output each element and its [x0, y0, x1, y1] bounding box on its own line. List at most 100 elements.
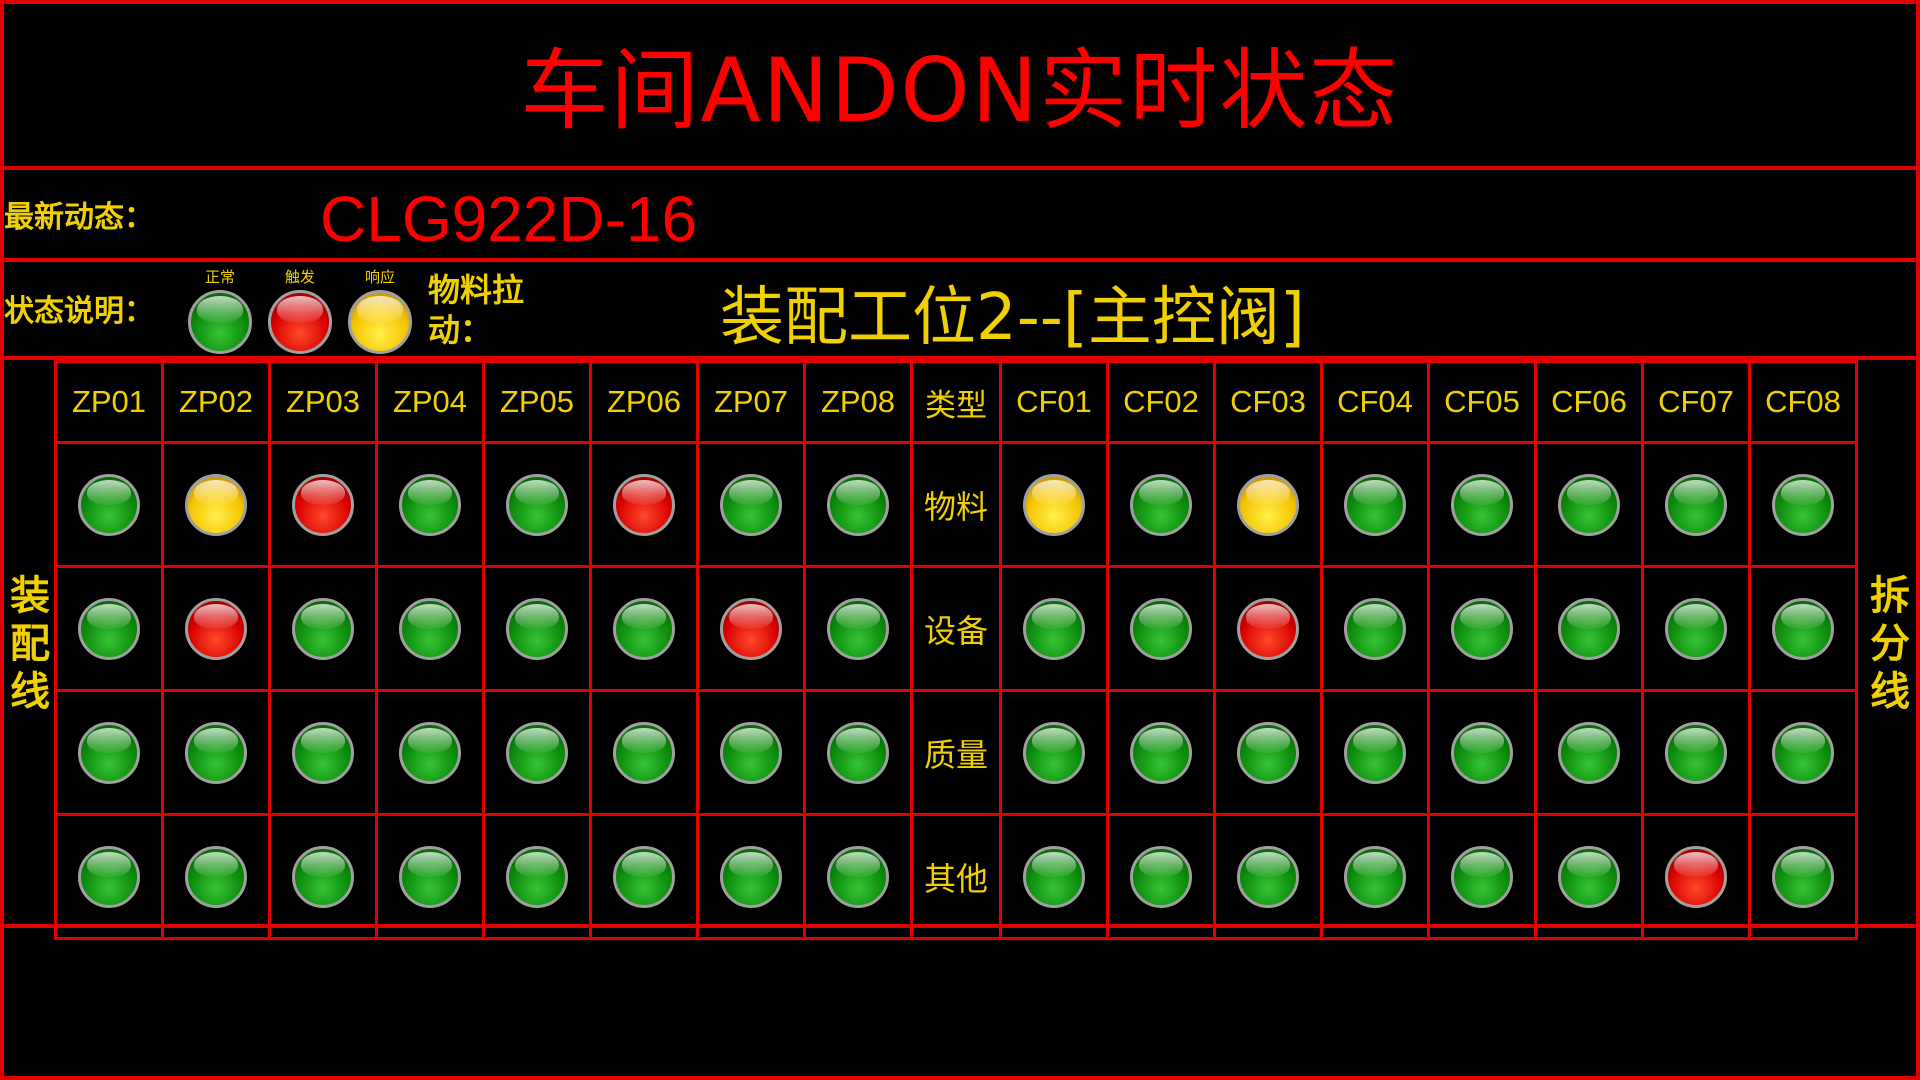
column-header-cf02: CF02 — [1106, 360, 1216, 444]
green-lamp-icon[interactable] — [1772, 845, 1834, 908]
green-lamp-icon[interactable] — [506, 721, 568, 784]
green-lamp-icon[interactable] — [292, 597, 354, 660]
green-lamp-icon[interactable] — [399, 721, 461, 784]
status-cell-zp07 — [696, 813, 806, 940]
green-lamp-icon[interactable] — [1451, 473, 1513, 536]
green-lamp-icon[interactable] — [78, 845, 140, 908]
red-lamp-icon[interactable] — [1665, 845, 1727, 908]
normal-lamp-icon — [188, 290, 252, 354]
green-lamp-icon[interactable] — [827, 721, 889, 784]
green-lamp-icon[interactable] — [506, 597, 568, 660]
green-lamp-icon[interactable] — [1558, 721, 1620, 784]
green-lamp-icon[interactable] — [1558, 473, 1620, 536]
status-cell-zp03 — [268, 689, 378, 816]
green-lamp-icon[interactable] — [1558, 597, 1620, 660]
green-lamp-icon[interactable] — [1130, 597, 1192, 660]
green-lamp-icon[interactable] — [506, 473, 568, 536]
green-lamp-icon[interactable] — [613, 845, 675, 908]
green-lamp-icon[interactable] — [185, 721, 247, 784]
green-lamp-icon[interactable] — [1451, 845, 1513, 908]
green-lamp-icon[interactable] — [78, 597, 140, 660]
yellow-lamp-icon[interactable] — [185, 473, 247, 536]
green-lamp-icon[interactable] — [1130, 473, 1192, 536]
red-lamp-icon[interactable] — [1237, 597, 1299, 660]
green-lamp-icon[interactable] — [1451, 597, 1513, 660]
green-lamp-icon[interactable] — [185, 845, 247, 908]
status-cell-zp04 — [375, 441, 485, 568]
green-lamp-icon[interactable] — [1772, 597, 1834, 660]
green-lamp-icon[interactable] — [399, 473, 461, 536]
status-cell-zp02 — [161, 689, 271, 816]
green-lamp-icon[interactable] — [1665, 597, 1727, 660]
status-cell-zp05 — [482, 813, 592, 940]
green-lamp-icon[interactable] — [506, 845, 568, 908]
status-cell-zp08 — [803, 813, 913, 940]
green-lamp-icon[interactable] — [613, 721, 675, 784]
status-cell-cf01 — [999, 689, 1109, 816]
red-lamp-icon[interactable] — [613, 473, 675, 536]
status-cell-cf04 — [1320, 565, 1430, 692]
green-lamp-icon[interactable] — [1451, 721, 1513, 784]
green-lamp-icon[interactable] — [1237, 845, 1299, 908]
assembly-line-label: 装配线 — [10, 573, 50, 715]
latest-status-label: 最新动态： — [4, 200, 154, 235]
green-lamp-icon[interactable] — [1130, 721, 1192, 784]
status-cell-cf05 — [1427, 813, 1537, 940]
status-cell-cf02 — [1106, 689, 1216, 816]
red-lamp-icon[interactable] — [720, 597, 782, 660]
status-cell-cf01 — [999, 441, 1109, 568]
green-lamp-icon[interactable] — [1023, 721, 1085, 784]
green-lamp-icon[interactable] — [1344, 597, 1406, 660]
legend-response: 响应 — [345, 266, 415, 354]
green-lamp-icon[interactable] — [720, 473, 782, 536]
green-lamp-icon[interactable] — [827, 597, 889, 660]
column-header-zp04: ZP04 — [375, 360, 485, 444]
column-header-cf07: CF07 — [1641, 360, 1751, 444]
legend-normal: 正常 — [185, 266, 255, 354]
green-lamp-icon[interactable] — [1558, 845, 1620, 908]
green-lamp-icon[interactable] — [1023, 845, 1085, 908]
status-cell-zp01 — [54, 565, 164, 692]
legend-trigger-caption: 触发 — [284, 268, 315, 286]
green-lamp-icon[interactable] — [399, 845, 461, 908]
legend-response-caption: 响应 — [364, 268, 395, 286]
green-lamp-icon[interactable] — [1344, 721, 1406, 784]
table-row: 质量 — [54, 689, 1858, 816]
green-lamp-icon[interactable] — [292, 845, 354, 908]
green-lamp-icon[interactable] — [1130, 845, 1192, 908]
green-lamp-icon[interactable] — [1665, 473, 1727, 536]
column-header-type: 类型 — [910, 360, 1002, 444]
green-lamp-icon[interactable] — [78, 721, 140, 784]
status-cell-cf05 — [1427, 565, 1537, 692]
green-lamp-icon[interactable] — [613, 597, 675, 660]
green-lamp-icon[interactable] — [720, 845, 782, 908]
green-lamp-icon[interactable] — [1344, 473, 1406, 536]
column-header-cf03: CF03 — [1213, 360, 1323, 444]
column-header-cf01: CF01 — [999, 360, 1109, 444]
red-lamp-icon[interactable] — [292, 473, 354, 536]
status-cell-cf08 — [1748, 565, 1858, 692]
status-cell-cf06 — [1534, 813, 1644, 940]
green-lamp-icon[interactable] — [1023, 597, 1085, 660]
red-lamp-icon[interactable] — [185, 597, 247, 660]
green-lamp-icon[interactable] — [827, 845, 889, 908]
latest-status-value: CLG922D-16 — [320, 183, 698, 255]
yellow-lamp-icon[interactable] — [1237, 473, 1299, 536]
andon-grid-area: 装配线 ZP01 ZP02 ZP03 ZP04 ZP05 ZP06 ZP07 ZP08 类型 CF… — [0, 360, 1920, 940]
column-header-zp01: ZP01 — [54, 360, 164, 444]
green-lamp-icon[interactable] — [720, 721, 782, 784]
status-cell-zp03 — [268, 565, 378, 692]
green-lamp-icon[interactable] — [1237, 721, 1299, 784]
status-cell-zp04 — [375, 813, 485, 940]
green-lamp-icon[interactable] — [1665, 721, 1727, 784]
green-lamp-icon[interactable] — [827, 473, 889, 536]
green-lamp-icon[interactable] — [292, 721, 354, 784]
green-lamp-icon[interactable] — [1772, 473, 1834, 536]
green-lamp-icon[interactable] — [78, 473, 140, 536]
green-lamp-icon[interactable] — [399, 597, 461, 660]
green-lamp-icon[interactable] — [1772, 721, 1834, 784]
yellow-lamp-icon[interactable] — [1023, 473, 1085, 536]
trigger-lamp-icon — [268, 290, 332, 354]
green-lamp-icon[interactable] — [1344, 845, 1406, 908]
split-line-label: 拆分线 — [1870, 573, 1910, 715]
